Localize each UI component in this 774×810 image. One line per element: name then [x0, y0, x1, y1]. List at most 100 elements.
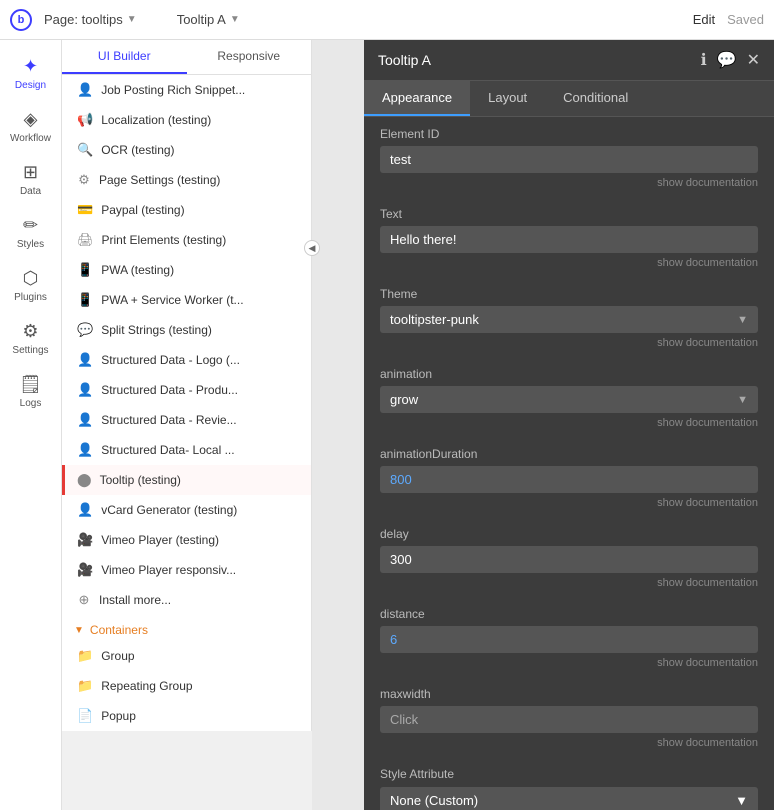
sidebar-item-workflow[interactable]: ◈ Workflow: [0, 101, 61, 152]
plugin-item-label: Split Strings (testing): [101, 323, 212, 337]
plugin-list-item[interactable]: 🎥 Vimeo Player responsiv...: [62, 555, 311, 585]
page-selector[interactable]: Page: tooltips ▼: [44, 12, 137, 27]
maxwidth-input[interactable]: Click: [380, 706, 758, 733]
theme-value: tooltipster-punk: [390, 312, 479, 327]
plugin-item-icon: 🖨: [77, 232, 94, 248]
collapse-button[interactable]: ◀: [304, 240, 320, 256]
distance-input[interactable]: 6: [380, 626, 758, 653]
sidebar-item-design[interactable]: ✦ Design: [0, 48, 61, 99]
containers-label: Containers: [90, 623, 148, 637]
main-layout: ✦ Design ◈ Workflow ⊞ Data ✏ Styles ⬡ Pl…: [0, 40, 774, 810]
plugin-list-item[interactable]: 👤 Structured Data - Logo (...: [62, 345, 311, 375]
tab-appearance[interactable]: Appearance: [364, 81, 470, 116]
info-icon[interactable]: ℹ: [701, 50, 707, 70]
plugin-list-item[interactable]: 👤Structured Data- Local ...: [62, 435, 311, 465]
chat-icon[interactable]: 💬: [717, 50, 737, 70]
logo: b: [10, 9, 32, 31]
plugin-item-icon: ⚙: [77, 172, 91, 188]
data-icon: ⊞: [23, 162, 38, 183]
plugin-list-item[interactable]: 📱PWA + Service Worker (t...: [62, 285, 311, 315]
animation-duration-show-doc[interactable]: show documentation: [380, 496, 758, 515]
plugin-item-icon: 🎥: [77, 562, 93, 578]
plugin-list-item[interactable]: ⊕Install more...: [62, 585, 311, 615]
sidebar-item-label-data: Data: [20, 186, 41, 197]
plugin-list-item[interactable]: 🎥Vimeo Player (testing): [62, 525, 311, 555]
sidebar-item-styles[interactable]: ✏ Styles: [0, 207, 61, 258]
sidebar-item-data[interactable]: ⊞ Data: [0, 154, 61, 205]
tab-layout[interactable]: Layout: [470, 81, 545, 116]
plugin-list-item[interactable]: 🖨Print Elements (testing): [62, 225, 311, 255]
tooltip-selector[interactable]: Tooltip A ▼: [177, 12, 681, 27]
container-list-item[interactable]: 📁Group: [62, 641, 311, 671]
page-label: Page: tooltips: [44, 12, 123, 27]
theme-chevron-icon: ▼: [737, 314, 748, 326]
theme-show-doc[interactable]: show documentation: [380, 336, 758, 355]
plugin-item-label: vCard Generator (testing): [101, 503, 237, 517]
delay-show-doc[interactable]: show documentation: [380, 576, 758, 595]
tab-ui-builder[interactable]: UI Builder: [62, 40, 187, 74]
plugin-list-item[interactable]: ⚙Page Settings (testing): [62, 165, 311, 195]
container-list-item[interactable]: 📄Popup: [62, 701, 311, 731]
plugin-list-item[interactable]: 👤 Structured Data - Revie...: [62, 405, 311, 435]
style-attribute-value: None (Custom): [390, 793, 478, 808]
containers-section-header[interactable]: ▼Containers: [62, 615, 311, 641]
plugin-item-label: Structured Data - Produ...: [101, 383, 238, 397]
plugin-list-item[interactable]: 📢Localization (testing): [62, 105, 311, 135]
plugin-list-item[interactable]: 💳Paypal (testing): [62, 195, 311, 225]
tab-conditional[interactable]: Conditional: [545, 81, 646, 116]
animation-select[interactable]: grow ▼: [380, 386, 758, 413]
plugin-item-label: Tooltip (testing): [100, 473, 181, 487]
sidebar-item-label-styles: Styles: [17, 239, 44, 250]
top-bar: b Page: tooltips ▼ Tooltip A ▼ Edit Save…: [0, 0, 774, 40]
plugin-item-icon: 👤: [77, 352, 93, 368]
plugin-list-item[interactable]: 👤 vCard Generator (testing): [62, 495, 311, 525]
container-item-icon: 📁: [77, 678, 93, 694]
sidebar-item-label-design: Design: [15, 80, 46, 91]
plugin-item-icon: 👤: [77, 502, 93, 518]
close-icon[interactable]: ✕: [747, 50, 760, 70]
plugin-list-wrapper: UI Builder Responsive 👤Job Posting Rich …: [62, 40, 312, 810]
plugin-item-icon: 📱: [77, 292, 93, 308]
tooltip-panel: Tooltip A ℹ 💬 ✕ Appearance Layout Condit…: [364, 40, 774, 810]
plugin-list-item[interactable]: 💬Split Strings (testing): [62, 315, 311, 345]
plugin-item-icon: 👤: [77, 412, 93, 428]
style-attribute-select[interactable]: None (Custom) ▼: [380, 787, 758, 810]
field-theme: Theme tooltipster-punk ▼ show documentat…: [364, 277, 774, 357]
plugin-item-label: Structured Data - Revie...: [101, 413, 236, 427]
distance-label: distance: [380, 607, 758, 621]
animation-duration-label: animationDuration: [380, 447, 758, 461]
edit-button[interactable]: Edit: [693, 12, 715, 27]
animation-show-doc[interactable]: show documentation: [380, 416, 758, 435]
plugins-icon: ⬡: [23, 268, 39, 289]
element-id-show-doc[interactable]: show documentation: [380, 176, 758, 195]
element-id-input[interactable]: test: [380, 146, 758, 173]
text-show-doc[interactable]: show documentation: [380, 256, 758, 275]
container-list-item[interactable]: 📁Repeating Group: [62, 671, 311, 701]
tooltip-panel-body: Element ID test show documentation Text …: [364, 117, 774, 810]
styles-icon: ✏: [23, 215, 38, 236]
tab-responsive[interactable]: Responsive: [187, 40, 312, 74]
sidebar-item-settings[interactable]: ⚙ Settings: [0, 313, 61, 364]
panel-area: Tooltip A ℹ 💬 ✕ Appearance Layout Condit…: [312, 40, 774, 810]
text-input[interactable]: Hello there!: [380, 226, 758, 253]
sidebar-item-logs[interactable]: 🗒 Logs: [0, 366, 61, 417]
delay-input[interactable]: 300: [380, 546, 758, 573]
plugin-item-label: Structured Data- Local ...: [101, 443, 234, 457]
sidebar-item-plugins[interactable]: ⬡ Plugins: [0, 260, 61, 311]
distance-show-doc[interactable]: show documentation: [380, 656, 758, 675]
plugin-item-label: Vimeo Player responsiv...: [101, 563, 236, 577]
plugin-list-item[interactable]: 📱PWA (testing): [62, 255, 311, 285]
plugin-item-label: Structured Data - Logo (...: [101, 353, 240, 367]
field-delay: delay 300 show documentation: [364, 517, 774, 597]
plugin-list-item[interactable]: 🔍OCR (testing): [62, 135, 311, 165]
plugin-list-items: 👤Job Posting Rich Snippet...📢Localizatio…: [62, 75, 311, 731]
plugin-list-item[interactable]: ⬤Tooltip (testing): [62, 465, 311, 495]
container-item-icon: 📄: [77, 708, 93, 724]
animation-chevron-icon: ▼: [737, 394, 748, 406]
field-animation-duration: animationDuration 800 show documentation: [364, 437, 774, 517]
plugin-list-item[interactable]: 👤Structured Data - Produ...: [62, 375, 311, 405]
maxwidth-show-doc[interactable]: show documentation: [380, 736, 758, 755]
theme-select[interactable]: tooltipster-punk ▼: [380, 306, 758, 333]
plugin-list-item[interactable]: 👤Job Posting Rich Snippet...: [62, 75, 311, 105]
animation-duration-input[interactable]: 800: [380, 466, 758, 493]
